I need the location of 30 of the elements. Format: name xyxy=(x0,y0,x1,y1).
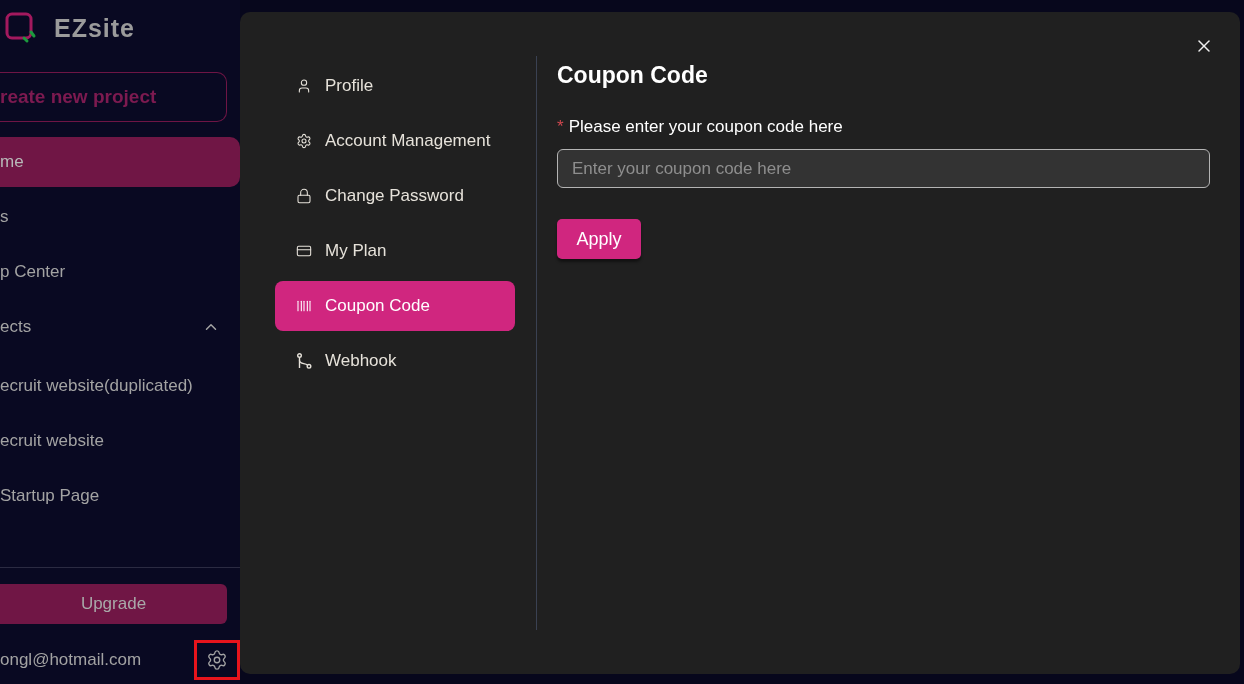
sidebar-item[interactable]: ecruit website(duplicated) xyxy=(0,361,240,411)
settings-nav-item[interactable]: My Plan xyxy=(275,226,515,276)
card-icon xyxy=(296,243,312,259)
settings-nav-item[interactable]: Webhook xyxy=(275,336,515,386)
apply-button[interactable]: Apply xyxy=(557,219,641,259)
branch-icon xyxy=(296,353,312,369)
logo-icon xyxy=(5,12,37,44)
field-label: Please enter your coupon code here xyxy=(568,117,843,137)
sidebar-item[interactable]: p Center xyxy=(0,247,240,297)
logo-text: EZsite xyxy=(54,13,136,43)
settings-nav-item[interactable]: Coupon Code xyxy=(275,281,515,331)
barcode-icon xyxy=(296,298,312,314)
panel-title: Coupon Code xyxy=(557,62,708,88)
sidebar-item[interactable]: ects xyxy=(0,302,240,352)
person-icon xyxy=(296,78,312,94)
sidebar-item[interactable]: s xyxy=(0,192,240,242)
settings-icon xyxy=(206,649,228,671)
settings-nav-item[interactable]: Profile xyxy=(275,61,515,111)
coupon-input[interactable]: Enter your coupon code here xyxy=(557,149,1210,188)
sidebar-item[interactable]: Startup Page xyxy=(0,471,240,521)
sidebar-item[interactable]: ecruit website xyxy=(0,416,240,466)
sidebar-item[interactable]: me xyxy=(0,137,240,187)
required-mark: * xyxy=(557,117,564,137)
gear-icon xyxy=(296,133,312,149)
settings-nav-item[interactable]: Change Password xyxy=(275,171,515,221)
lock-icon xyxy=(296,188,312,204)
settings-nav-item[interactable]: Account Management xyxy=(275,116,515,166)
settings-button[interactable] xyxy=(205,648,229,672)
upgrade-button[interactable]: Upgrade xyxy=(0,584,227,624)
user-email: ongl@hotmail.com xyxy=(0,650,142,670)
